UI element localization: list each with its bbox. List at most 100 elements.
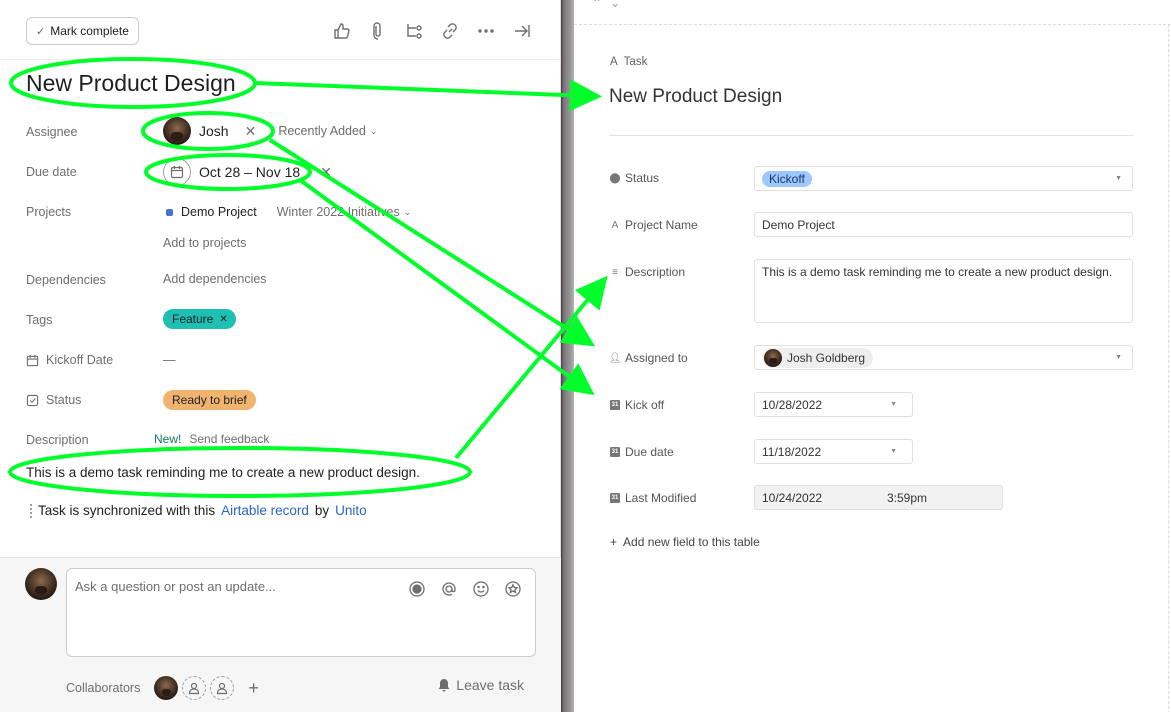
- field-label-text: Kick off: [625, 398, 665, 412]
- new-badge: New!: [154, 432, 182, 446]
- calendar-icon: [163, 158, 191, 186]
- comment-input[interactable]: [75, 579, 395, 594]
- status-select[interactable]: Kickoff ▼: [754, 166, 1133, 191]
- field-label-text: Description: [625, 265, 686, 279]
- calendar-modified-icon: 31: [610, 493, 620, 503]
- clear-due-date-icon[interactable]: ✕: [320, 164, 332, 181]
- unito-link[interactable]: Unito: [335, 503, 367, 518]
- description-label: Description: [26, 433, 89, 447]
- status-field[interactable]: Ready to brief: [163, 390, 256, 410]
- assignee-section-dropdown[interactable]: Recently Added ⌄: [278, 124, 377, 138]
- kickoff-date-label: Kickoff Date: [26, 353, 113, 367]
- kickoff-date-label-text: Kickoff Date: [46, 353, 114, 367]
- field-label-text: Status: [625, 171, 660, 185]
- user-name: Josh Goldberg: [787, 350, 866, 365]
- kickoff-date-value[interactable]: —: [163, 353, 176, 367]
- assignee-field[interactable]: Josh ✕ Recently Added ⌄: [163, 117, 377, 145]
- due-date-field[interactable]: Oct 28 – Nov 18 ✕: [163, 158, 332, 186]
- field-label-assigned-to: 👤︎ Assigned to: [609, 351, 688, 365]
- link-icon[interactable]: [438, 18, 462, 44]
- send-feedback-link[interactable]: Send feedback: [189, 432, 269, 446]
- record-title[interactable]: New Product Design: [609, 86, 782, 108]
- text-icon: A: [610, 56, 618, 68]
- next-record-icon[interactable]: ⌄: [610, 0, 620, 10]
- due-date-picker[interactable]: 11/18/2022 ▼: [754, 439, 913, 464]
- field-label-text: Due date: [625, 445, 674, 459]
- field-label-description: ≡ Description: [610, 265, 685, 279]
- record-type: A Task: [610, 56, 647, 68]
- description-text[interactable]: This is a demo task reminding me to crea…: [26, 465, 420, 480]
- project-section-dropdown[interactable]: Winter 2022 Initiatives ⌄: [277, 205, 412, 219]
- assignee-name[interactable]: Josh: [199, 123, 229, 139]
- caret-down-icon: ▼: [890, 401, 897, 408]
- project-name[interactable]: Demo Project: [181, 205, 257, 219]
- add-to-projects-link[interactable]: Add to projects: [163, 236, 246, 250]
- task-title[interactable]: New Product Design: [26, 70, 236, 97]
- field-label-kick-off: 31 Kick off: [610, 398, 664, 412]
- add-collaborator-button[interactable]: +: [248, 678, 259, 699]
- add-dependencies-link[interactable]: Add dependencies: [163, 272, 267, 286]
- tag-feature[interactable]: Feature ✕: [163, 309, 236, 329]
- sync-prefix: Task is synchronized with this: [38, 503, 216, 518]
- comment-box[interactable]: [66, 568, 536, 657]
- text-icon: A: [611, 219, 619, 231]
- last-modified-date: 10/24/2022: [762, 490, 823, 505]
- project-name-input[interactable]: Demo Project: [754, 212, 1133, 237]
- projects-label: Projects: [26, 205, 72, 219]
- caret-down-icon: ▼: [890, 448, 897, 455]
- mark-complete-button[interactable]: ✓ Mark complete: [26, 17, 139, 45]
- mark-complete-label: Mark complete: [50, 24, 129, 38]
- remove-tag-icon[interactable]: ✕: [219, 314, 227, 325]
- field-label-text: Project Name: [625, 218, 698, 232]
- project-row: Demo Project Winter 2022 Initiatives ⌄: [166, 205, 411, 219]
- tags-label: Tags: [26, 313, 53, 327]
- previous-record-icon[interactable]: ⌃: [592, 0, 602, 10]
- add-field-label: Add new field to this table: [623, 535, 760, 549]
- asana-task-pane: ✓ Mark complete New Product Design Assig…: [0, 0, 561, 712]
- assigned-to-select[interactable]: Josh Goldberg ▼: [754, 345, 1133, 370]
- quote-bar: [30, 503, 32, 518]
- collaborator-avatar[interactable]: [154, 676, 179, 700]
- airtable-record-pane: ⌃ ⌄ A Task New Product Design ⬤ Status K…: [574, 0, 1171, 712]
- subtask-icon[interactable]: [402, 18, 426, 44]
- assignee-label: Assignee: [26, 125, 78, 139]
- plus-icon: +: [610, 535, 618, 549]
- sync-mid: by: [314, 503, 330, 518]
- airtable-record-link[interactable]: Airtable record: [221, 503, 309, 518]
- field-label-last-modified: 31 Last Modified: [610, 491, 696, 505]
- due-date-label: Due date: [26, 165, 77, 179]
- chevron-down-icon: ⌄: [369, 125, 378, 136]
- remove-assignee-icon[interactable]: ✕: [245, 123, 257, 140]
- user-pill: Josh Goldberg: [762, 347, 874, 368]
- mention-icon[interactable]: [439, 579, 459, 599]
- add-field-button[interactable]: + Add new field to this table: [610, 535, 760, 549]
- thumbs-up-icon[interactable]: [330, 18, 354, 44]
- tag-label: Feature: [172, 312, 214, 326]
- star-icon[interactable]: [503, 579, 523, 599]
- ghost-user-icon[interactable]: [182, 676, 207, 700]
- record-icon[interactable]: [407, 579, 427, 599]
- status-pill[interactable]: Ready to brief: [163, 390, 256, 410]
- due-date-value: 11/18/2022: [762, 444, 822, 459]
- description-textarea[interactable]: This is a demo task reminding me to crea…: [754, 259, 1133, 323]
- user-avatar: [25, 568, 57, 600]
- dependencies-label: Dependencies: [26, 273, 106, 287]
- more-icon[interactable]: [474, 18, 498, 44]
- tags-field: Feature ✕: [163, 309, 236, 329]
- emoji-icon[interactable]: [471, 579, 491, 599]
- long-text-icon: ≡: [612, 266, 618, 278]
- project-color-dot: [166, 208, 173, 216]
- ghost-user-icon[interactable]: [210, 676, 235, 700]
- status-label-text: Status: [46, 393, 82, 407]
- paperclip-icon[interactable]: [366, 18, 390, 44]
- collaborators-row: Collaborators +: [66, 676, 259, 700]
- record-type-label: Task: [623, 56, 648, 68]
- kick-off-date-picker[interactable]: 10/28/2022 ▼: [754, 392, 913, 417]
- last-modified-time: 3:59pm: [887, 490, 928, 505]
- bell-icon: [438, 679, 450, 692]
- status-pill: Kickoff: [762, 170, 812, 187]
- due-date-value[interactable]: Oct 28 – Nov 18: [199, 164, 300, 180]
- title-divider: [609, 135, 1133, 136]
- close-panel-icon[interactable]: [510, 18, 534, 44]
- leave-task-button[interactable]: Leave task: [437, 677, 524, 693]
